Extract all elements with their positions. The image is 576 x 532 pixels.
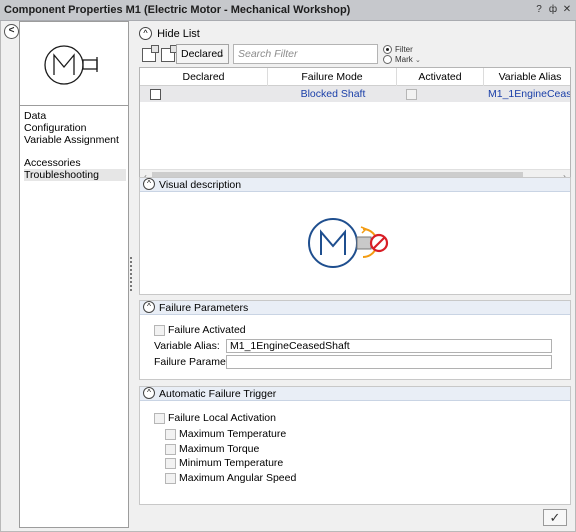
chevron-up-icon[interactable]: ^ <box>143 178 155 190</box>
failure-activated-label: Failure Activated <box>168 324 246 336</box>
max-angular-speed-row[interactable]: Maximum Angular Speed <box>165 472 296 484</box>
declared-filter-dropdown[interactable]: Declared ⌄ <box>176 44 229 64</box>
window-titlebar: Component Properties M1 (Electric Motor … <box>0 0 576 21</box>
min-temperature-row[interactable]: Minimum Temperature <box>165 457 283 469</box>
failure-parameters-title: Failure Parameters <box>159 302 249 314</box>
activated-checkbox[interactable] <box>406 86 417 102</box>
nav-item-troubleshooting[interactable]: Troubleshooting <box>24 169 126 181</box>
failure-activated-row[interactable]: Failure Activated <box>154 324 246 336</box>
visual-description-header[interactable]: ^ Visual description <box>140 178 570 192</box>
visual-description-section: ^ Visual description <box>139 177 571 295</box>
table-header: Declared Failure Mode Activated Variable… <box>140 68 570 86</box>
nav-item-configuration[interactable]: Configuration <box>24 122 126 134</box>
automatic-failure-trigger-section: ^ Automatic Failure Trigger Failure Loca… <box>139 386 571 505</box>
failure-parameters-header[interactable]: ^ Failure Parameters <box>140 301 570 315</box>
chevron-up-icon[interactable]: ^ <box>143 387 155 399</box>
max-torque-checkbox[interactable] <box>165 443 176 455</box>
window-title: Component Properties M1 (Electric Motor … <box>4 4 351 16</box>
expand-list-icon[interactable] <box>142 45 159 62</box>
left-panel: Data Configuration Variable Assignment A… <box>19 21 129 528</box>
automatic-failure-trigger-header[interactable]: ^ Automatic Failure Trigger <box>140 387 570 401</box>
failure-mode-cell: Blocked Shaft <box>300 88 366 100</box>
column-header-activated[interactable]: Activated <box>397 68 484 86</box>
blocked-motor-illustration <box>308 218 389 268</box>
failure-parameter-field[interactable] <box>226 355 552 369</box>
radio-mark[interactable]: Mark ⌄ <box>383 55 421 65</box>
column-header-failure-mode[interactable]: Failure Mode <box>268 68 397 86</box>
automatic-failure-trigger-title: Automatic Failure Trigger <box>159 388 277 400</box>
vertical-splitter-grip[interactable] <box>130 257 133 295</box>
radio-filter-button[interactable] <box>383 45 392 55</box>
window-body: < Data Configuration Variable Assignment… <box>0 21 576 532</box>
component-preview <box>20 22 128 106</box>
hide-list-label: Hide List <box>157 27 200 40</box>
chevron-up-icon[interactable]: ^ <box>143 301 155 313</box>
chevron-down-icon: ⌄ <box>217 49 225 59</box>
failure-local-activation-label: Failure Local Activation <box>168 412 276 424</box>
hide-list-toggle[interactable]: ^ Hide List <box>139 27 200 40</box>
nav-item-accessories[interactable]: Accessories <box>24 157 126 169</box>
mark-options-arrows-icon[interactable]: ⌄ <box>415 57 421 64</box>
radio-filter[interactable]: Filter <box>383 45 413 55</box>
column-header-declared[interactable]: Declared <box>140 68 268 86</box>
variable-alias-label: Variable Alias: <box>154 340 220 352</box>
min-temperature-label: Minimum Temperature <box>179 457 284 469</box>
declared-checkbox[interactable] <box>150 86 161 102</box>
radio-mark-button[interactable] <box>383 55 392 65</box>
failure-local-activation-row[interactable]: Failure Local Activation <box>154 412 276 424</box>
failure-activated-checkbox[interactable] <box>154 324 165 336</box>
table-row[interactable]: Blocked Shaft M1_1EngineCeasedS <box>140 86 571 102</box>
max-angular-speed-label: Maximum Angular Speed <box>179 472 297 484</box>
collapse-list-icon[interactable] <box>161 45 178 62</box>
failure-parameters-section: ^ Failure Parameters Failure Activated V… <box>139 300 571 380</box>
back-button[interactable]: < <box>4 24 19 39</box>
automatic-failure-trigger-body: Failure Local Activation Maximum Tempera… <box>140 401 570 504</box>
min-temperature-checkbox[interactable] <box>165 457 176 469</box>
nav-item-data[interactable]: Data <box>24 110 126 122</box>
chevron-up-icon[interactable]: ^ <box>139 27 152 40</box>
failure-local-activation-checkbox[interactable] <box>154 412 165 424</box>
max-torque-row[interactable]: Maximum Torque <box>165 443 259 455</box>
visual-description-title: Visual description <box>159 179 242 191</box>
help-icon[interactable]: ? <box>532 3 546 17</box>
dialog-button-bar: ✓ <box>134 506 575 530</box>
variable-alias-field[interactable]: M1_1EngineCeasedShaft <box>226 339 552 353</box>
close-icon[interactable]: ✕ <box>560 3 574 17</box>
visual-description-body <box>140 192 570 294</box>
max-angular-speed-checkbox[interactable] <box>165 472 176 484</box>
pin-icon[interactable]: ф <box>546 3 560 17</box>
side-navigation: Data Configuration Variable Assignment A… <box>24 110 126 181</box>
max-temperature-checkbox[interactable] <box>165 428 176 440</box>
failure-modes-table: Declared Failure Mode Activated Variable… <box>139 67 571 183</box>
failure-parameters-body: Failure Activated Variable Alias: M1_1En… <box>140 315 570 379</box>
radio-mark-label: Mark <box>395 55 413 64</box>
electric-motor-symbol-icon <box>44 45 98 85</box>
max-temperature-row[interactable]: Maximum Temperature <box>165 428 286 440</box>
nav-item-variable-assignment[interactable]: Variable Assignment <box>24 134 126 146</box>
max-torque-label: Maximum Torque <box>179 443 260 455</box>
search-filter-input[interactable] <box>233 44 378 64</box>
column-header-variable-alias[interactable]: Variable Alias <box>484 68 570 86</box>
max-temperature-label: Maximum Temperature <box>179 428 287 440</box>
variable-alias-cell: M1_1EngineCeasedS <box>488 88 571 100</box>
ok-checkmark-button[interactable]: ✓ <box>543 509 567 526</box>
radio-filter-label: Filter <box>395 45 413 54</box>
